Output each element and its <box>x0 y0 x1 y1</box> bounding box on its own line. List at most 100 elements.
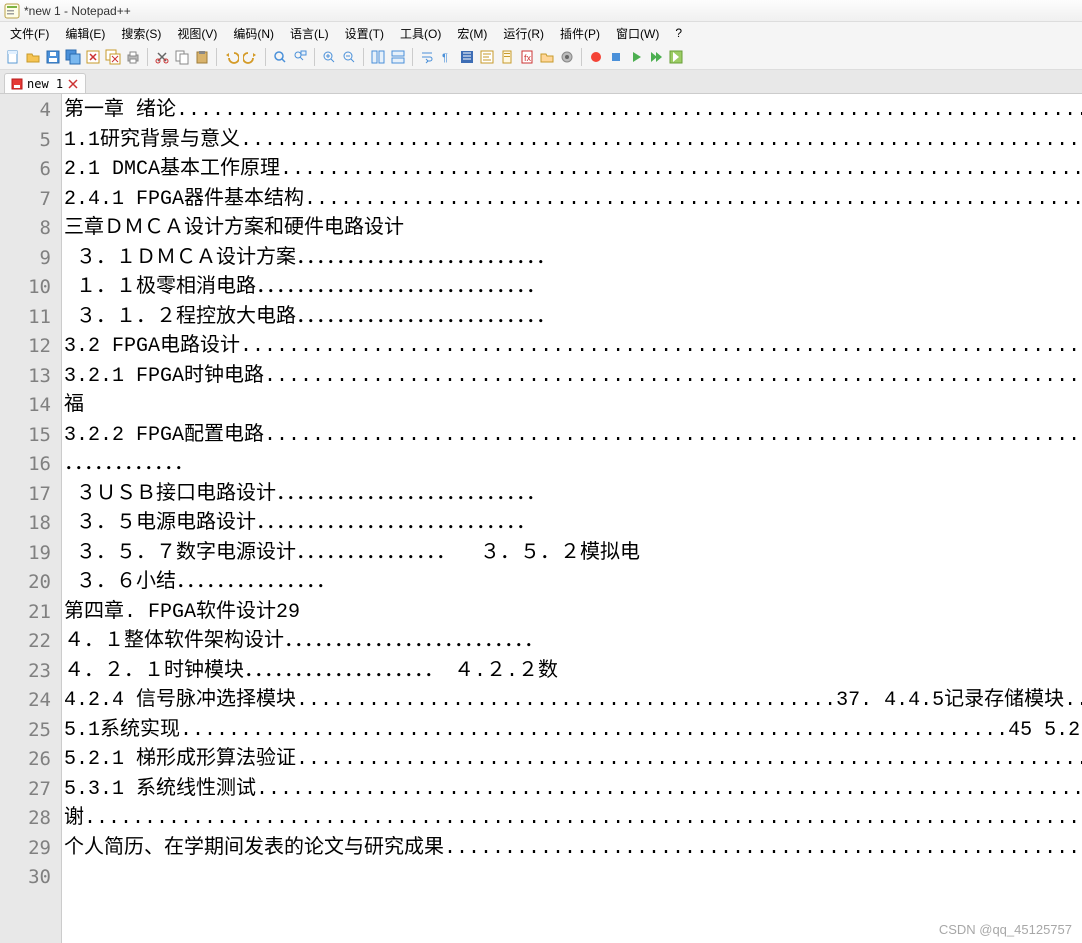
copy-icon[interactable] <box>173 48 191 66</box>
stop-macro-icon[interactable] <box>607 48 625 66</box>
text-line[interactable]: 三章ＤＭＣＡ设计方案和硬件电路设计 <box>62 214 1082 244</box>
text-line[interactable]: 5.2.1 梯形成形算法验证..........................… <box>62 745 1082 775</box>
text-line[interactable]: ３．５．７数字电源设计．．．．．．．．．．．．．．． ３．５．２模拟电 <box>62 539 1082 569</box>
line-number: 28 <box>0 804 61 834</box>
text-line[interactable] <box>62 863 1082 893</box>
find-icon[interactable] <box>271 48 289 66</box>
tab-new1[interactable]: new 1 <box>4 73 86 93</box>
titlebar: *new 1 - Notepad++ <box>0 0 1082 22</box>
play-multi-icon[interactable] <box>647 48 665 66</box>
save-all-icon[interactable] <box>64 48 82 66</box>
menu-encoding[interactable]: 编码(N) <box>225 23 282 44</box>
save-macro-icon[interactable] <box>667 48 685 66</box>
line-number: 19 <box>0 539 61 569</box>
line-number: 11 <box>0 303 61 333</box>
toolbar-separator <box>147 48 148 66</box>
line-number: 10 <box>0 273 61 303</box>
line-number: 18 <box>0 509 61 539</box>
text-line[interactable]: ４．１整体软件架构设计．．．．．．．．．．．．．．．．．．．．．．．．． <box>62 627 1082 657</box>
close-file-icon[interactable] <box>84 48 102 66</box>
menu-edit[interactable]: 编辑(E) <box>57 23 113 44</box>
menu-plugins[interactable]: 插件(P) <box>552 23 608 44</box>
print-icon[interactable] <box>124 48 142 66</box>
sync-vscroll-icon[interactable] <box>369 48 387 66</box>
line-number: 27 <box>0 775 61 805</box>
save-icon[interactable] <box>44 48 62 66</box>
sync-hscroll-icon[interactable] <box>389 48 407 66</box>
text-line[interactable]: 第一章 绪论..................................… <box>62 96 1082 126</box>
text-line[interactable]: １．１极零相消电路．．．．．．．．．．．．．．．．．．．．．．．．．．．． <box>62 273 1082 303</box>
new-file-icon[interactable] <box>4 48 22 66</box>
text-line[interactable]: ３．５电源电路设计．．．．．．．．．．．．．．．．．．．．．．．．．．． <box>62 509 1082 539</box>
tab-close-icon[interactable] <box>67 78 79 90</box>
menu-file[interactable]: 文件(F) <box>2 23 57 44</box>
text-line[interactable]: 个人简历、在学期间发表的论文与研究成果.....................… <box>62 834 1082 864</box>
line-number: 7 <box>0 185 61 215</box>
paste-icon[interactable] <box>193 48 211 66</box>
menu-macro[interactable]: 宏(M) <box>449 23 495 44</box>
zoom-out-icon[interactable] <box>340 48 358 66</box>
line-number: 5 <box>0 126 61 156</box>
close-all-icon[interactable] <box>104 48 122 66</box>
function-list-icon[interactable]: fx <box>518 48 536 66</box>
toolbar-separator <box>216 48 217 66</box>
menu-search[interactable]: 搜索(S) <box>113 23 169 44</box>
text-line[interactable]: 5.3.1 系统线性测试............................… <box>62 775 1082 805</box>
monitor-icon[interactable] <box>558 48 576 66</box>
line-number: 13 <box>0 362 61 392</box>
doc-map-icon[interactable] <box>498 48 516 66</box>
menu-view[interactable]: 视图(V) <box>169 23 225 44</box>
text-line[interactable]: ４．２．１时钟模块．．．．．．．．．．．．．．．．．．． ４.２.２数 <box>62 657 1082 687</box>
tab-label: new 1 <box>27 77 63 91</box>
menu-run[interactable]: 运行(R) <box>495 23 552 44</box>
text-line[interactable]: ．．．．．．．．．．．． <box>62 450 1082 480</box>
text-line[interactable]: 3.2 FPGA电路设计............................… <box>62 332 1082 362</box>
open-file-icon[interactable] <box>24 48 42 66</box>
text-area[interactable]: 第一章 绪论..................................… <box>62 94 1082 943</box>
app-icon <box>4 3 20 19</box>
line-number-gutter: 4567891011121314151617181920212223242526… <box>0 94 62 943</box>
line-number: 16 <box>0 450 61 480</box>
line-number: 12 <box>0 332 61 362</box>
redo-icon[interactable] <box>242 48 260 66</box>
indent-guide-icon[interactable] <box>458 48 476 66</box>
undo-icon[interactable] <box>222 48 240 66</box>
zoom-in-icon[interactable] <box>320 48 338 66</box>
text-line[interactable]: 3.2.1 FPGA时钟电路..........................… <box>62 362 1082 392</box>
menu-tools[interactable]: 工具(O) <box>392 23 449 44</box>
text-line[interactable]: 2.4.1 FPGA器件基本结构........................… <box>62 185 1082 215</box>
user-lang-icon[interactable] <box>478 48 496 66</box>
text-line[interactable]: 谢.......................................… <box>62 804 1082 834</box>
replace-icon[interactable] <box>291 48 309 66</box>
text-line[interactable]: 3.2.2 FPGA配置电路..........................… <box>62 421 1082 451</box>
line-number: 23 <box>0 657 61 687</box>
toolbar-separator <box>265 48 266 66</box>
line-number: 4 <box>0 96 61 126</box>
line-number: 25 <box>0 716 61 746</box>
text-line[interactable]: 第四章. FPGA软件设计29 <box>62 598 1082 628</box>
line-number: 20 <box>0 568 61 598</box>
text-line[interactable]: 4.2.4 信号脉冲选择模块..........................… <box>62 686 1082 716</box>
toolbar-separator <box>412 48 413 66</box>
menu-settings[interactable]: 设置(T) <box>337 23 392 44</box>
show-all-chars-icon[interactable]: ¶ <box>438 48 456 66</box>
line-number: 30 <box>0 863 61 893</box>
text-line[interactable]: ３ＵＳＢ接口电路设计．．．．．．．．．．．．．．．．．．．．．．．．．． <box>62 480 1082 510</box>
text-line[interactable]: 5.1系统实现.................................… <box>62 716 1082 746</box>
text-line[interactable]: 福 <box>62 391 1082 421</box>
folder-view-icon[interactable] <box>538 48 556 66</box>
play-macro-icon[interactable] <box>627 48 645 66</box>
text-line[interactable]: ３．１ＤＭＣＡ设计方案．．．．．．．．．．．．．．．．．．．．．．．．． <box>62 244 1082 274</box>
cut-icon[interactable] <box>153 48 171 66</box>
line-number: 17 <box>0 480 61 510</box>
text-line[interactable]: 1.1研究背景与意义..............................… <box>62 126 1082 156</box>
text-line[interactable]: ３．６小结．．．．．．．．．．．．．．． <box>62 568 1082 598</box>
wordwrap-icon[interactable] <box>418 48 436 66</box>
record-macro-icon[interactable] <box>587 48 605 66</box>
menu-window[interactable]: 窗口(W) <box>608 23 667 44</box>
menu-language[interactable]: 语言(L) <box>282 23 337 44</box>
line-number: 24 <box>0 686 61 716</box>
text-line[interactable]: ３．１．２程控放大电路．．．．．．．．．．．．．．．．．．．．．．．．． <box>62 303 1082 333</box>
menu-help[interactable]: ? <box>667 24 690 42</box>
text-line[interactable]: 2.1 DMCA基本工作原理..........................… <box>62 155 1082 185</box>
